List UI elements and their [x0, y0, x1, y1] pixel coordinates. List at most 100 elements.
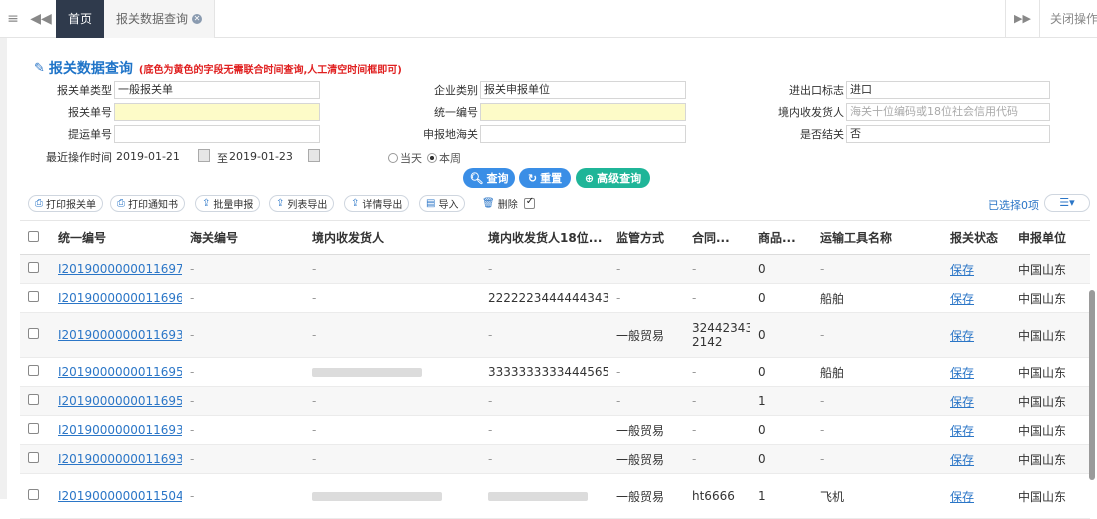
id-link[interactable]: I20190000000116950: [58, 394, 182, 408]
cell-id[interactable]: I20190000000115045: [50, 473, 182, 519]
import-button[interactable]: ▤ 导入: [419, 195, 466, 212]
table-row[interactable]: I20190000000116937 - - - 一般贸易 - 0 - 保存 中…: [20, 415, 1090, 445]
row-select[interactable]: [20, 415, 50, 445]
cell-id[interactable]: I20190000000116937: [50, 415, 182, 445]
calendar-icon[interactable]: [198, 149, 210, 162]
ie-flag-select[interactable]: 进口: [846, 81, 1050, 99]
id-link[interactable]: I20190000000116937: [58, 423, 182, 437]
tab-home[interactable]: 首页: [56, 0, 105, 38]
table-row[interactable]: I20190000000116964 - - 22222234444443433…: [20, 283, 1090, 313]
cell-status[interactable]: 保存: [942, 312, 1010, 358]
menu-icon[interactable]: ≡: [0, 11, 26, 27]
cell-id[interactable]: I20190000000116935: [50, 444, 182, 474]
status-link[interactable]: 保存: [950, 490, 974, 504]
cell-id[interactable]: I20190000000116950: [50, 386, 182, 416]
columns-toggle-button[interactable]: ☰▾: [1044, 194, 1090, 212]
row-checkbox[interactable]: [28, 328, 39, 339]
row-select[interactable]: [20, 473, 50, 519]
table-row[interactable]: I20190000000115045 - 一般贸易 ht6666 1 飞机 保存…: [20, 473, 1090, 519]
table-row[interactable]: I20190000000116935 - - - 一般贸易 - 0 - 保存 中…: [20, 444, 1090, 474]
row-select[interactable]: [20, 283, 50, 313]
col-header[interactable]: 合同...: [684, 220, 750, 255]
company-type-select[interactable]: 报关申报单位: [480, 81, 686, 99]
col-header[interactable]: 报关状态: [942, 220, 1010, 255]
id-link[interactable]: I20190000000116936: [58, 328, 182, 342]
status-link[interactable]: 保存: [950, 366, 974, 380]
vertical-scrollbar[interactable]: [1089, 290, 1095, 480]
unified-no-input[interactable]: [480, 103, 686, 121]
bill-no-input[interactable]: [114, 125, 320, 143]
id-link[interactable]: I20190000000115045: [58, 489, 182, 503]
scroll-left-icon[interactable]: ◀◀: [26, 11, 56, 27]
scroll-right-icon[interactable]: ▶▶: [1005, 0, 1039, 38]
row-select[interactable]: [20, 386, 50, 416]
decl-no-input[interactable]: [114, 103, 320, 121]
row-select[interactable]: [20, 254, 50, 284]
col-header[interactable]: 监管方式: [608, 220, 684, 255]
table-row[interactable]: I20190000000116971 - - - - - 0 - 保存 中国山东: [20, 254, 1090, 284]
cell-status[interactable]: 保存: [942, 283, 1010, 313]
id-link[interactable]: I20190000000116959: [58, 365, 182, 379]
row-checkbox[interactable]: [28, 489, 39, 500]
cell-status[interactable]: 保存: [942, 444, 1010, 474]
status-link[interactable]: 保存: [950, 292, 974, 306]
cell-status[interactable]: 保存: [942, 473, 1010, 519]
port-input[interactable]: [480, 125, 686, 143]
row-checkbox[interactable]: [28, 423, 39, 434]
date-from-input[interactable]: 2019-01-21: [116, 150, 180, 163]
col-header[interactable]: 境内收发货人18位...: [480, 220, 608, 255]
id-link[interactable]: I20190000000116935: [58, 452, 182, 466]
row-checkbox[interactable]: [28, 365, 39, 376]
radio-week[interactable]: 本周: [427, 150, 461, 166]
col-header[interactable]: 申报单位: [1010, 220, 1090, 255]
delete-button[interactable]: 🗑︎ 删除: [470, 195, 541, 212]
select-all[interactable]: [20, 220, 50, 255]
export-list-button[interactable]: ⇪ 列表导出: [269, 195, 335, 212]
cell-id[interactable]: I20190000000116959: [50, 357, 182, 387]
cell-status[interactable]: 保存: [942, 386, 1010, 416]
radio-today[interactable]: 当天: [388, 150, 422, 166]
advanced-search-button[interactable]: ⊕ 高级查询: [576, 168, 650, 188]
row-checkbox[interactable]: [28, 291, 39, 302]
id-link[interactable]: I20190000000116964: [58, 291, 182, 305]
date-to-input[interactable]: 2019-01-23: [229, 150, 293, 163]
search-button[interactable]: 🔍︎ 查询: [463, 168, 515, 188]
col-header[interactable]: 境内收发货人: [304, 220, 480, 255]
select-all-checkbox[interactable]: [28, 230, 39, 242]
cell-status[interactable]: 保存: [942, 254, 1010, 284]
cell-id[interactable]: I20190000000116936: [50, 312, 182, 358]
calendar-icon[interactable]: [308, 149, 320, 162]
col-header[interactable]: 商品...: [750, 220, 812, 255]
export-detail-button[interactable]: ⇪ 详情导出: [344, 195, 410, 212]
row-select[interactable]: [20, 444, 50, 474]
col-header[interactable]: 运输工具名称: [812, 220, 942, 255]
reset-button[interactable]: ↻ 重置: [519, 168, 571, 188]
decl-type-select[interactable]: 一般报关单: [114, 81, 320, 99]
cell-status[interactable]: 保存: [942, 415, 1010, 445]
cell-id[interactable]: I20190000000116971: [50, 254, 182, 284]
print-decl-button[interactable]: ⎙ 打印报关单: [28, 195, 103, 212]
status-link[interactable]: 保存: [950, 453, 974, 467]
print-notice-button[interactable]: ⎙ 打印通知书: [110, 195, 185, 212]
row-select[interactable]: [20, 312, 50, 358]
row-checkbox[interactable]: [28, 394, 39, 405]
status-link[interactable]: 保存: [950, 395, 974, 409]
row-checkbox[interactable]: [28, 262, 39, 273]
batch-declare-button[interactable]: ⇪ 批量申报: [195, 195, 261, 212]
cell-id[interactable]: I20190000000116964: [50, 283, 182, 313]
close-icon[interactable]: ✕: [192, 13, 203, 24]
row-select[interactable]: [20, 357, 50, 387]
status-link[interactable]: 保存: [950, 424, 974, 438]
col-header[interactable]: 统一编号: [50, 220, 182, 255]
table-row[interactable]: I20190000000116959 - 333333333344456543 …: [20, 357, 1090, 387]
consignee-input[interactable]: 海关十位编码或18位社会信用代码: [846, 103, 1050, 121]
cell-status[interactable]: 保存: [942, 357, 1010, 387]
id-link[interactable]: I20190000000116971: [58, 262, 182, 276]
tab-customs-query[interactable]: 报关数据查询 ✕: [104, 0, 216, 38]
table-row[interactable]: I20190000000116936 - - - 一般贸易 32442343 2…: [20, 312, 1090, 358]
delete-checkbox[interactable]: [523, 196, 535, 209]
status-link[interactable]: 保存: [950, 263, 974, 277]
close-ops-button[interactable]: 关闭操作: [1039, 0, 1097, 38]
col-header[interactable]: 海关编号: [182, 220, 304, 255]
table-row[interactable]: I20190000000116950 - - - - - 1 - 保存 中国山东: [20, 386, 1090, 416]
